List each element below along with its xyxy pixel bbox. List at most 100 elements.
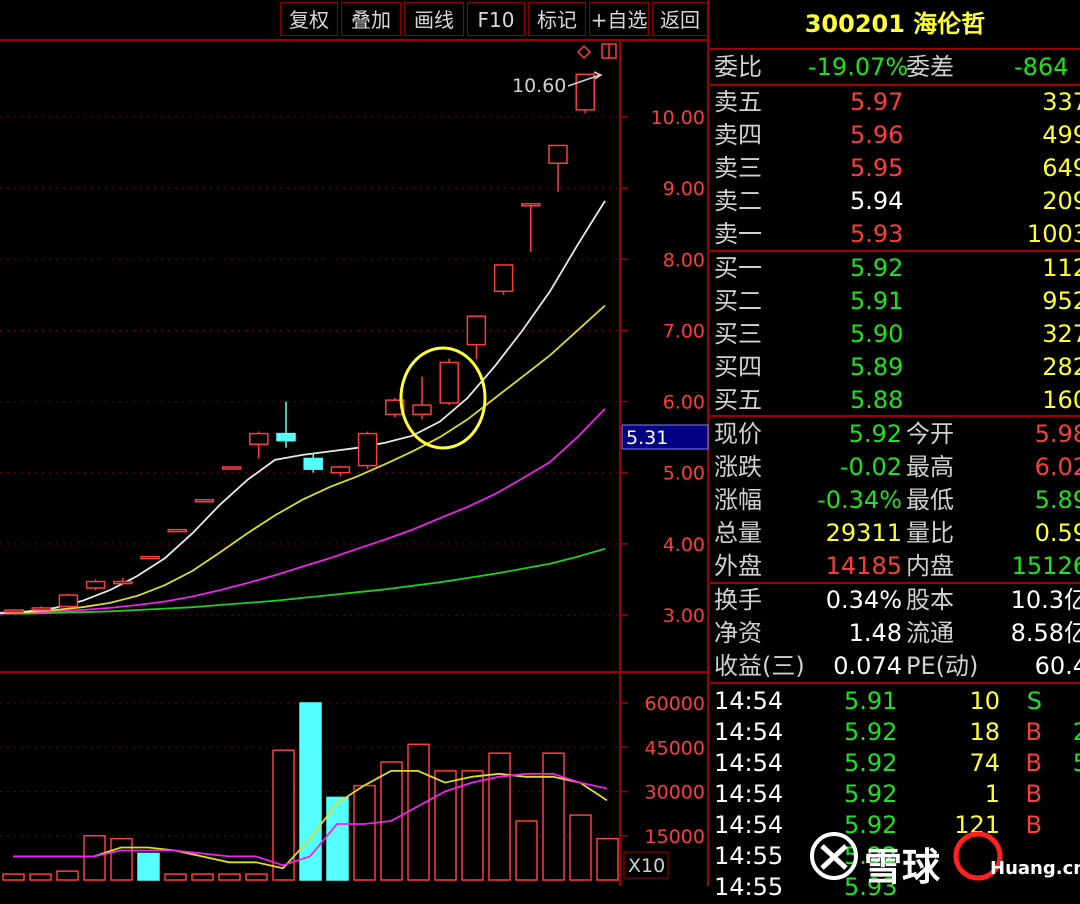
candle-body [439, 361, 459, 404]
volume-bar [137, 852, 160, 881]
volume-tick-label: 15000 [645, 826, 705, 848]
tick-volume: 18 [969, 718, 1000, 746]
moving-average-lines [0, 200, 606, 615]
watermark: 雪球 Huang.cn [808, 830, 1080, 889]
kline-chart[interactable]: 10.00 9.00 8.00 7.00 6.00 5.00 4.00 3.00 60000 4… [0, 0, 710, 886]
fund-label-2: 股本 [906, 586, 954, 614]
candle-body [31, 607, 51, 611]
bid-price: 5.90 [850, 320, 904, 348]
stat-row: 总量 29311量比 0.59 [710, 517, 1080, 550]
volume-bar [299, 702, 322, 881]
ask-label: 卖三 [714, 154, 762, 182]
candle-body [521, 203, 541, 207]
tick-price: 5.92 [844, 780, 898, 808]
stat-value: 29311 [825, 519, 902, 547]
volume-bar [542, 752, 565, 881]
ask-volume: 337 [1042, 88, 1080, 116]
stat-label-2: 量比 [906, 519, 954, 547]
stat-row: 现价 5.92今开 5.98 [710, 418, 1080, 451]
tick-side: S [1026, 687, 1042, 715]
tick-price: 5.91 [844, 687, 898, 715]
tick-price: 5.92 [844, 749, 898, 777]
bid-label: 买一 [714, 254, 762, 282]
volume-unit-label: X10 [628, 855, 665, 877]
stat-value-2: 0.59 [1034, 519, 1080, 547]
volume-bar [515, 820, 538, 881]
volume-bar [2, 873, 25, 881]
candle-body [249, 432, 269, 446]
candle-body [357, 432, 378, 467]
candle-body [412, 404, 432, 416]
candle-body [167, 528, 187, 533]
ask-price: 5.95 [850, 154, 904, 182]
ask-volume: 1003 [1026, 220, 1080, 248]
tick-side: B [1025, 749, 1042, 777]
stat-label: 现价 [714, 420, 762, 448]
volume-bar [596, 837, 619, 881]
ask-price: 5.94 [850, 187, 904, 215]
high-price-annotation: 10.60 [512, 75, 566, 97]
volume-tick-label: 30000 [645, 782, 705, 804]
volume-bar [83, 835, 106, 881]
fund-value-2: 8.58亿 [1010, 619, 1080, 647]
weibi-label: 委比 [714, 53, 762, 81]
stat-value-2: 6.02 [1034, 453, 1080, 481]
bid-label: 买三 [714, 320, 762, 348]
ask-label: 卖二 [714, 187, 762, 215]
tick-time: 14:55 [714, 842, 784, 870]
tick-row: 14:54 5.92 1 B [710, 778, 1080, 811]
tick-volume: 74 [969, 749, 1000, 777]
bid-label: 买四 [714, 353, 762, 381]
bid-row: 买五 5.88 160 [710, 384, 1080, 417]
tick-row: 14:54 5.92 74 B 5 [710, 747, 1080, 780]
tick-row: 14:54 5.92 18 B 2 [710, 716, 1080, 749]
bid-label: 买五 [714, 386, 762, 414]
candle-body [140, 555, 160, 560]
fund-value: 1.48 [848, 619, 902, 647]
bid-row: 买一 5.92 112 [710, 252, 1080, 285]
fundamentals-row: 净资 1.48 流通 8.58亿 [710, 617, 1080, 650]
stat-row: 涨幅 -0.34%最低 5.89 [710, 484, 1080, 517]
fund-label: 净资 [714, 619, 762, 647]
bid-label: 买二 [714, 287, 762, 315]
price-tick-label: 6.00 [663, 392, 705, 414]
candle-body [303, 457, 323, 470]
volume-bar [326, 796, 349, 881]
bid-row: 买三 5.90 327 [710, 318, 1080, 351]
candle-body [330, 466, 351, 474]
tick-time: 14:54 [714, 811, 784, 839]
volume-bar [569, 814, 592, 881]
bid-volume: 112 [1042, 254, 1080, 282]
ask-label: 卖一 [714, 220, 762, 248]
candle-body [466, 315, 487, 346]
weibi-row: 委比 -19.07% 委差 -864 [710, 51, 1080, 84]
candle-body [4, 609, 24, 613]
bid-volume: 160 [1042, 386, 1080, 414]
ask-row: 卖二 5.94 209 [710, 185, 1080, 218]
fund-value-2: 10.3亿 [1010, 586, 1080, 614]
ask-label: 卖四 [714, 121, 762, 149]
tick-extra: 5 [1073, 747, 1080, 780]
candle-body [194, 498, 215, 503]
ask-volume: 499 [1042, 121, 1080, 149]
stat-value: 5.92 [848, 420, 902, 448]
stat-value: -0.34% [817, 486, 902, 514]
watermark-brand: 雪球 [864, 845, 941, 889]
ma-line-fast [0, 200, 606, 614]
fund-label-2: PE(动) [906, 652, 979, 680]
stat-row: 外盘 14185内盘 15126 [710, 550, 1080, 583]
bid-row: 买二 5.91 952 [710, 285, 1080, 318]
volume-bar [407, 743, 430, 881]
fund-label: 换手 [714, 586, 762, 614]
stat-value-2: 5.89 [1034, 486, 1080, 514]
volume-bar [56, 870, 79, 881]
bid-price: 5.91 [850, 287, 904, 315]
ask-row: 卖一 5.93 1003 [710, 218, 1080, 251]
fund-value: 0.34% [825, 586, 902, 614]
fund-value-2: 60.4 [1034, 652, 1080, 680]
stat-value: 14185 [825, 552, 902, 580]
fund-label: 收益(三) [714, 652, 805, 680]
volume-bar [29, 873, 52, 881]
fund-label-2: 流通 [906, 619, 954, 647]
volume-bar [434, 770, 457, 881]
